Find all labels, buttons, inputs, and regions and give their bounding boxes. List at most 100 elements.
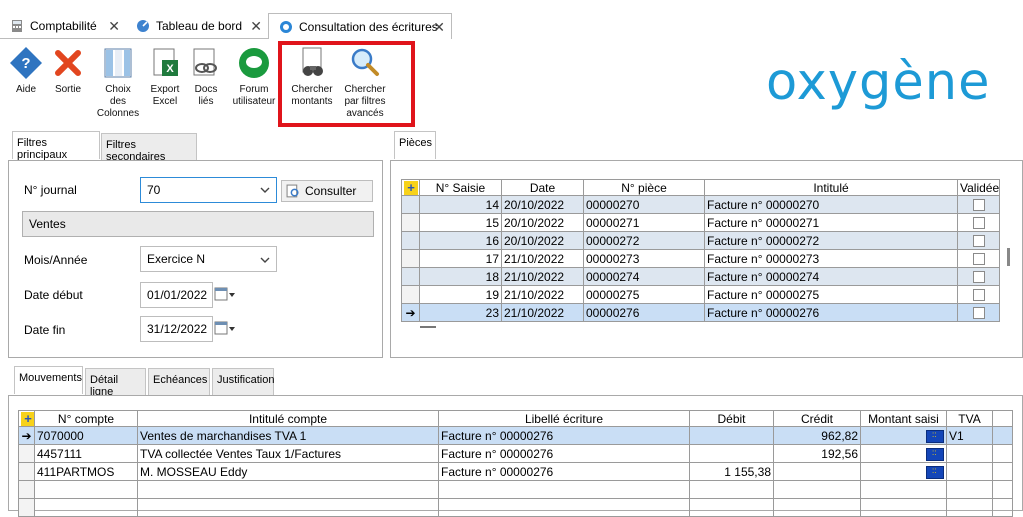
sortie-button[interactable]: Sortie xyxy=(50,46,86,96)
column-header[interactable]: Intitulé xyxy=(704,179,958,196)
validee-checkbox[interactable] xyxy=(972,271,985,284)
tab-echeances[interactable]: Echéances xyxy=(148,368,210,396)
column-header[interactable]: Montant saisi xyxy=(860,410,947,427)
tva-cell: V1 xyxy=(946,426,993,445)
validee-cell[interactable] xyxy=(957,267,1000,286)
column-header[interactable]: Crédit xyxy=(773,410,861,427)
close-icon[interactable]: ✕ xyxy=(250,18,262,35)
validee-checkbox[interactable] xyxy=(972,253,985,266)
docs-label-1: Docs xyxy=(194,84,218,95)
docs-lies-button[interactable]: Docs liés xyxy=(188,46,224,108)
pieces-header-row: + N° Saisie Date N° pièce Intitulé Valid… xyxy=(401,179,1000,196)
aide-button[interactable]: ? Aide xyxy=(6,46,46,96)
table-row[interactable]: 16 20/10/2022 00000272 Facture n° 00000272 xyxy=(401,231,1000,250)
piece-cell: 00000276 xyxy=(583,303,705,322)
validee-cell[interactable] xyxy=(957,195,1000,214)
currency-flag-icon[interactable] xyxy=(926,447,944,461)
export-label-1: Export xyxy=(150,84,180,95)
table-row[interactable]: ➔ 23 21/10/2022 00000276 Facture n° 00000276 xyxy=(401,303,1000,322)
table-row[interactable]: 15 20/10/2022 00000271 Facture n° 00000271 xyxy=(401,213,1000,232)
chevron-down-icon[interactable] xyxy=(258,253,272,267)
scrollbar-thumb[interactable] xyxy=(1007,248,1010,266)
calculator-icon xyxy=(12,19,22,32)
tab-mouvements[interactable]: Mouvements xyxy=(14,366,83,394)
libelle-cell: Facture n° 00000276 xyxy=(438,426,690,445)
piece-cell: 00000272 xyxy=(583,231,705,250)
currency-flag-icon[interactable] xyxy=(926,429,944,443)
column-header[interactable]: Libellé écriture xyxy=(438,410,690,427)
tab-comptabilite[interactable]: Comptabilité ✕ xyxy=(0,13,126,39)
compte-cell: 7070000 xyxy=(34,426,138,445)
column-header[interactable]: Date xyxy=(501,179,584,196)
tab-filtres-principaux[interactable]: Filtres principaux xyxy=(12,131,100,161)
empty-cell xyxy=(18,498,35,517)
close-icon[interactable]: ✕ xyxy=(108,18,120,35)
saisie-cell: 23 xyxy=(419,303,502,322)
column-header[interactable]: Intitulé compte xyxy=(137,410,439,427)
forum-utilisateur-button[interactable]: Forum utilisateur xyxy=(230,46,278,108)
validee-checkbox[interactable] xyxy=(972,235,985,248)
saisie-cell: 14 xyxy=(419,195,502,214)
validee-checkbox[interactable] xyxy=(972,217,985,230)
intitule-cell: Facture n° 00000276 xyxy=(704,303,958,322)
saisie-cell: 19 xyxy=(419,285,502,304)
grid-splitter[interactable] xyxy=(420,326,436,328)
validee-cell[interactable] xyxy=(957,303,1000,322)
calendar-icon[interactable] xyxy=(213,318,237,340)
debit-cell xyxy=(689,426,774,445)
column-header[interactable]: N° Saisie xyxy=(419,179,502,196)
table-row[interactable]: 14 20/10/2022 00000270 Facture n° 00000270 xyxy=(401,195,1000,214)
column-header-spacer xyxy=(992,410,1013,427)
date-fin-input[interactable]: 31/12/2022 xyxy=(140,316,213,342)
empty-cell xyxy=(18,480,35,499)
export-excel-button[interactable]: X Export Excel xyxy=(146,46,184,108)
validee-checkbox[interactable] xyxy=(972,307,985,320)
calendar-icon[interactable] xyxy=(213,284,237,306)
table-row[interactable]: ➔ 7070000 Ventes de marchandises TVA 1 Fact… xyxy=(18,426,1013,445)
consulter-button[interactable]: Consulter xyxy=(281,180,373,202)
tab-consultation-ecritures[interactable]: Consultation des écritures ✕ xyxy=(268,13,452,39)
empty-cell xyxy=(946,498,993,517)
column-header[interactable]: N° pièce xyxy=(583,179,705,196)
validee-checkbox[interactable] xyxy=(972,199,985,212)
tab-label: Echéances xyxy=(153,374,208,386)
tab-label: Filtres principaux xyxy=(17,137,68,161)
column-header[interactable]: N° compte xyxy=(34,410,138,427)
validee-cell[interactable] xyxy=(957,213,1000,232)
column-header[interactable]: Validée xyxy=(957,179,1000,196)
intitule-compte-cell: Ventes de marchandises TVA 1 xyxy=(137,426,439,445)
column-header[interactable]: Débit xyxy=(689,410,774,427)
empty-cell xyxy=(137,498,439,517)
column-header[interactable]: TVA xyxy=(946,410,993,427)
table-row[interactable]: 19 21/10/2022 00000275 Facture n° 00000275 xyxy=(401,285,1000,304)
tab-filtres-secondaires[interactable]: Filtres secondaires xyxy=(101,133,197,163)
empty-cell xyxy=(689,480,774,499)
validee-cell[interactable] xyxy=(957,249,1000,268)
spacer-cell xyxy=(992,462,1013,481)
journal-input[interactable]: 70 xyxy=(140,177,277,203)
search-doc-icon xyxy=(286,184,299,197)
validee-checkbox[interactable] xyxy=(972,289,985,302)
add-row-icon[interactable]: + xyxy=(401,179,420,196)
validee-cell[interactable] xyxy=(957,285,1000,304)
tab-tableau-de-bord[interactable]: Tableau de bord ✕ xyxy=(126,13,268,39)
currency-flag-icon[interactable] xyxy=(926,465,944,479)
table-row[interactable]: 17 21/10/2022 00000273 Facture n° 00000273 xyxy=(401,249,1000,268)
table-row[interactable]: 411PARTMOS M. MOSSEAU Eddy Facture n° 0000… xyxy=(18,462,1013,481)
date-cell: 20/10/2022 xyxy=(501,195,584,214)
mois-annee-select[interactable]: Exercice N xyxy=(140,246,277,272)
chevron-down-icon[interactable] xyxy=(258,183,272,197)
tab-pieces[interactable]: Pièces xyxy=(394,131,436,159)
date-debut-input[interactable]: 01/01/2022 xyxy=(140,282,213,308)
validee-cell[interactable] xyxy=(957,231,1000,250)
choix-colonnes-button[interactable]: Choix des Colonnes xyxy=(96,46,140,120)
table-row[interactable]: 18 21/10/2022 00000274 Facture n° 00000274 xyxy=(401,267,1000,286)
libelle-cell: Facture n° 00000276 xyxy=(438,462,690,481)
table-row[interactable]: 4457111 TVA collectée Ventes Taux 1/Factu… xyxy=(18,444,1013,463)
intitule-cell: Facture n° 00000274 xyxy=(704,267,958,286)
tab-justification[interactable]: Justification xyxy=(212,368,274,396)
add-row-icon[interactable]: + xyxy=(18,410,35,427)
close-icon[interactable]: ✕ xyxy=(433,19,445,36)
tab-detail-ligne[interactable]: Détail ligne xyxy=(85,368,146,398)
date-cell: 21/10/2022 xyxy=(501,285,584,304)
